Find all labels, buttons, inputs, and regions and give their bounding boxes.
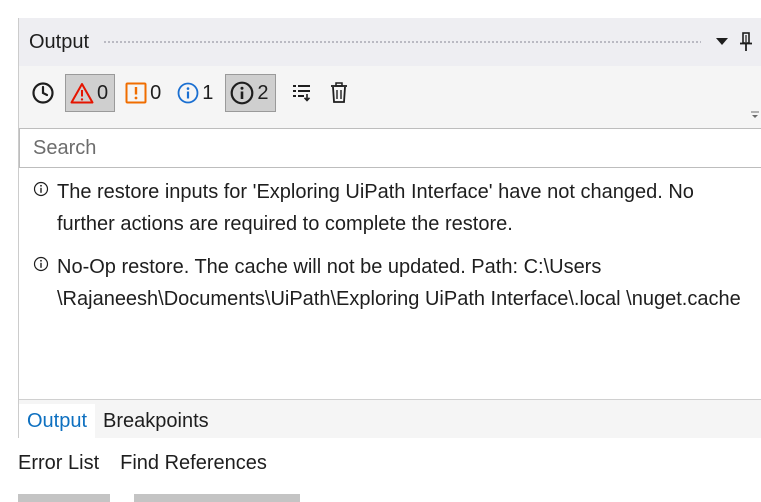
info-icon xyxy=(177,82,199,104)
toolbar-overflow-icon[interactable] xyxy=(751,106,759,118)
auto-scroll-button[interactable] xyxy=(288,74,316,112)
pin-icon[interactable] xyxy=(737,31,755,53)
tab-find-references[interactable]: Find References xyxy=(120,452,267,479)
chevron-down-icon[interactable] xyxy=(713,31,731,53)
tab-error-list[interactable]: Error List xyxy=(18,452,99,479)
list-scroll-icon xyxy=(292,83,312,103)
search-box[interactable] xyxy=(19,128,761,168)
trace-filter-button[interactable]: 2 xyxy=(225,74,276,112)
output-message[interactable]: The restore inputs for 'Exploring UiPath… xyxy=(19,176,761,240)
drag-grip[interactable] xyxy=(103,39,701,45)
info-circle-icon xyxy=(33,181,49,197)
clear-all-button[interactable] xyxy=(326,74,352,112)
search-input[interactable] xyxy=(20,135,761,161)
warnings-filter-button[interactable]: 0 xyxy=(121,74,167,112)
tab-breakpoints[interactable]: Breakpoints xyxy=(95,404,217,438)
panel-titlebar: Output xyxy=(19,18,761,66)
clock-icon xyxy=(31,81,55,105)
output-messages: The restore inputs for 'Exploring UiPath… xyxy=(19,168,761,400)
error-list-tab-indicator xyxy=(18,494,110,502)
output-panel: Output 0 0 1 2 Search The restore inputs… xyxy=(18,18,761,438)
message-text: The restore inputs for 'Exploring UiPath… xyxy=(57,181,694,235)
errors-count: 0 xyxy=(97,81,109,104)
panel-title: Output xyxy=(29,30,90,53)
warning-box-icon xyxy=(125,82,147,104)
find-references-tab-indicator xyxy=(134,494,300,502)
output-message[interactable]: No-Op restore. The cache will not be upd… xyxy=(19,251,761,315)
trace-count: 2 xyxy=(257,81,269,104)
error-triangle-icon xyxy=(70,82,94,104)
tab-output[interactable]: Output xyxy=(19,404,96,438)
errors-filter-button[interactable]: 0 xyxy=(65,74,116,112)
info-filter-button[interactable]: 1 xyxy=(173,74,219,112)
panel-tabs: Output Breakpoints xyxy=(19,404,217,438)
trace-info-icon xyxy=(230,81,254,105)
warnings-count: 0 xyxy=(150,81,162,104)
info-circle-icon xyxy=(33,256,49,272)
info-count: 1 xyxy=(202,81,214,104)
output-toolbar: 0 0 1 2 xyxy=(19,66,761,120)
trash-icon xyxy=(330,82,348,104)
message-text: No-Op restore. The cache will not be upd… xyxy=(57,256,741,310)
lower-tab-strip: Error List Find References xyxy=(18,452,288,479)
timestamps-button[interactable] xyxy=(27,74,59,112)
